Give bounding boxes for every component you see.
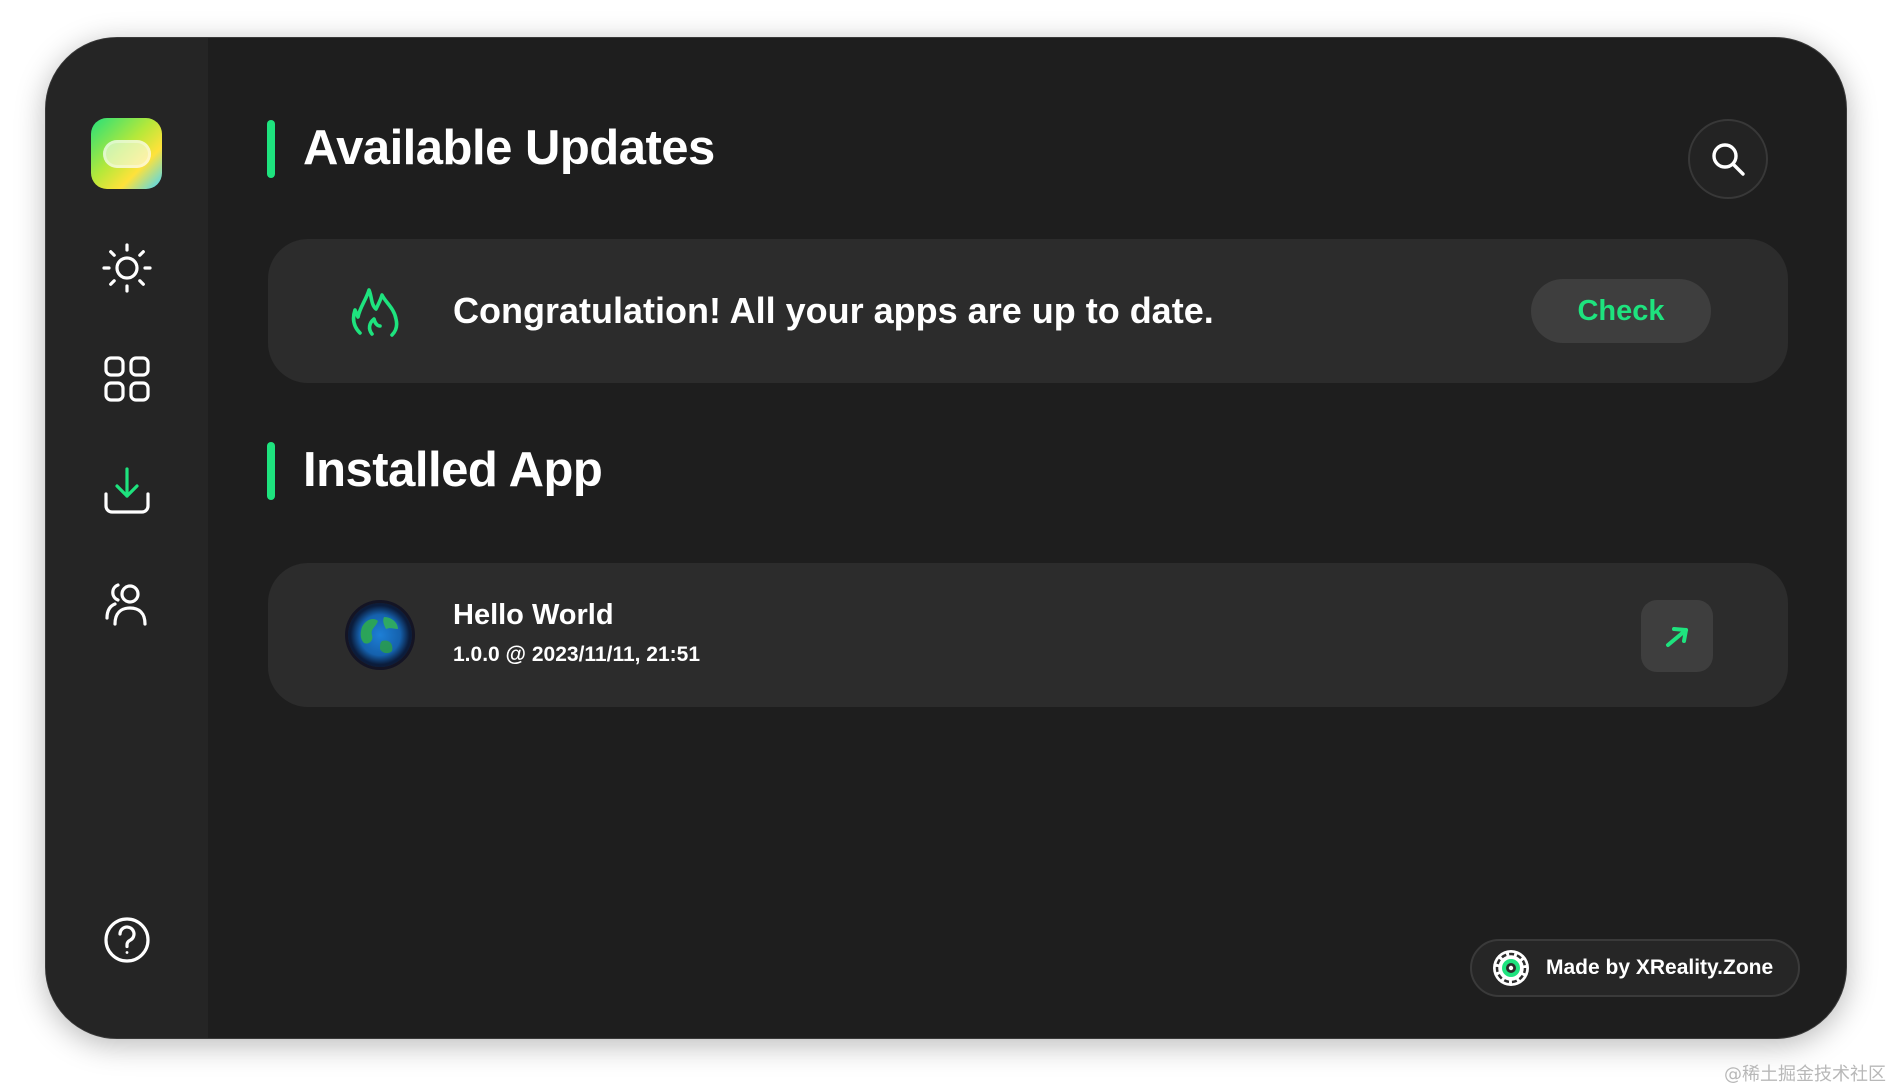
sidebar-item-discover[interactable] xyxy=(97,238,157,298)
search-icon xyxy=(1712,143,1745,176)
users-icon xyxy=(105,583,147,626)
search-button[interactable] xyxy=(1688,119,1768,199)
globe-icon xyxy=(348,603,412,667)
installed-app-card[interactable]: Hello World 1.0.0 @ 2023/11/11, 21:51 xyxy=(268,563,1788,707)
xreality-logo-icon xyxy=(1493,950,1529,986)
section-title-updates: Available Updates xyxy=(303,121,715,175)
arrow-up-right-icon xyxy=(1666,627,1688,647)
app-version-date: 1.0.0 @ 2023/11/11, 21:51 xyxy=(453,643,701,666)
section-title-installed: Installed App xyxy=(303,443,603,497)
flame-icon xyxy=(351,288,399,337)
credit-badge[interactable]: Made by XReality.Zone xyxy=(1470,939,1800,997)
grid-icon xyxy=(104,356,150,402)
update-status-card: Congratulation! All your apps are up to … xyxy=(268,239,1788,383)
app-logo[interactable] xyxy=(91,118,162,189)
check-button[interactable]: Check xyxy=(1531,279,1711,343)
question-circle-icon xyxy=(104,917,150,963)
section-accent-bar xyxy=(267,120,275,178)
credit-label: Made by XReality.Zone xyxy=(1546,956,1774,979)
app-window: Available Updates Congratulation! All yo… xyxy=(45,37,1847,1039)
sidebar-item-apps[interactable] xyxy=(97,349,157,409)
visor-icon xyxy=(102,139,151,168)
download-icon xyxy=(104,467,150,514)
app-name: Hello World xyxy=(453,599,614,631)
sidebar xyxy=(46,38,208,1038)
main-content: Available Updates Congratulation! All yo… xyxy=(208,38,1846,1038)
sidebar-item-account[interactable] xyxy=(97,573,157,633)
sun-icon xyxy=(102,243,152,293)
open-app-button[interactable] xyxy=(1641,600,1713,672)
update-status-message: Congratulation! All your apps are up to … xyxy=(453,290,1214,331)
watermark: @稀土掘金技术社区 xyxy=(1724,1064,1886,1085)
help-button[interactable] xyxy=(97,910,157,970)
sidebar-item-updates[interactable] xyxy=(97,461,157,521)
section-accent-bar xyxy=(267,442,275,500)
